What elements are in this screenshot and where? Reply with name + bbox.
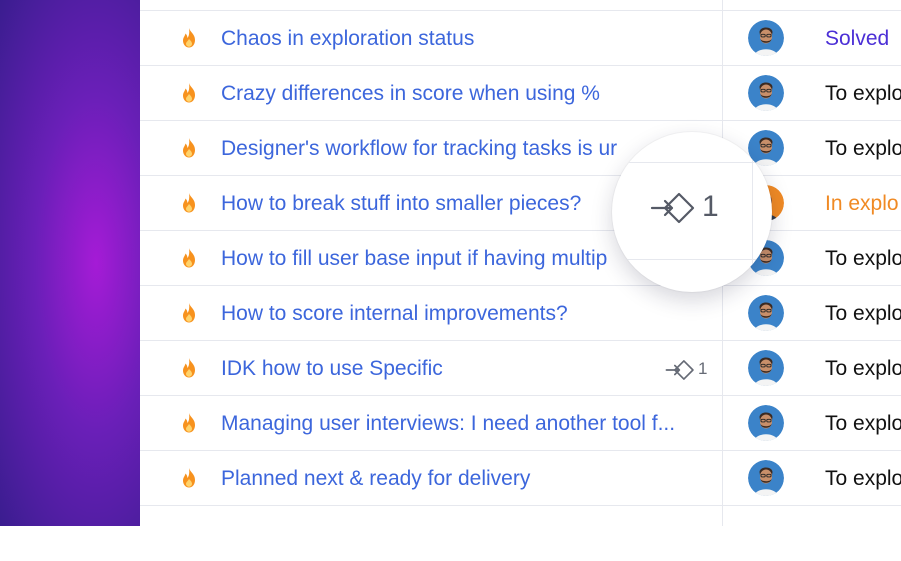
idea-title-link[interactable]: IDK how to use Specific bbox=[221, 341, 443, 396]
idea-title-link[interactable]: Crazy differences in score when using % bbox=[221, 66, 600, 121]
background-gradient bbox=[0, 0, 160, 526]
table-row[interactable]: Chaos in exploration status Solved bbox=[140, 11, 901, 66]
flame-icon bbox=[178, 192, 200, 214]
flame-icon bbox=[178, 82, 200, 104]
linked-count: 1 bbox=[698, 359, 708, 378]
status-label[interactable]: To explo bbox=[825, 286, 901, 341]
avatar[interactable] bbox=[748, 20, 784, 56]
table-row[interactable]: Crazy differences in score when using % T… bbox=[140, 66, 901, 121]
table-row[interactable]: Designer's workflow for tracking tasks i… bbox=[140, 121, 901, 176]
status-label[interactable]: To explo bbox=[825, 66, 901, 121]
idea-title-link[interactable]: Chaos in exploration status bbox=[221, 11, 474, 66]
flame-icon bbox=[178, 27, 200, 49]
avatar[interactable] bbox=[748, 295, 784, 331]
flame-icon bbox=[178, 412, 200, 434]
table-row[interactable]: How to fill user base input if having mu… bbox=[140, 231, 901, 286]
table-row[interactable]: Planned next & ready for delivery To expl… bbox=[140, 451, 901, 506]
status-label[interactable]: Solved bbox=[825, 11, 889, 66]
status-label[interactable]: To explo bbox=[825, 231, 901, 286]
flame-icon bbox=[178, 137, 200, 159]
idea-title-link[interactable]: How to score internal improvements? bbox=[221, 286, 568, 341]
flame-icon bbox=[178, 357, 200, 379]
idea-title-link[interactable]: Managing user interviews: I need another… bbox=[221, 396, 675, 451]
idea-title-link[interactable]: How to break stuff into smaller pieces? bbox=[221, 176, 581, 231]
link-arrow-diamond-icon bbox=[665, 359, 694, 380]
status-label[interactable]: In explo bbox=[825, 176, 899, 231]
idea-title-link[interactable]: Designer's workflow for tracking tasks i… bbox=[221, 121, 617, 176]
table-row[interactable] bbox=[140, 506, 901, 561]
status-label[interactable]: To explo bbox=[825, 451, 901, 506]
flame-icon bbox=[178, 467, 200, 489]
status-label[interactable]: To explo bbox=[825, 396, 901, 451]
linked-items-indicator[interactable]: 1 bbox=[665, 341, 707, 396]
avatar[interactable] bbox=[748, 405, 784, 441]
magnifier-callout: 1 bbox=[612, 132, 772, 292]
status-label[interactable]: To explo bbox=[825, 341, 901, 396]
idea-title-link[interactable]: How to fill user base input if having mu… bbox=[221, 231, 607, 286]
link-arrow-diamond-icon bbox=[650, 192, 695, 224]
flame-icon bbox=[178, 302, 200, 324]
flame-icon bbox=[178, 247, 200, 269]
avatar[interactable] bbox=[748, 350, 784, 386]
table-row[interactable]: Managing user interviews: I need another… bbox=[140, 396, 901, 451]
linked-items-indicator-zoomed: 1 bbox=[650, 190, 719, 225]
table-row[interactable]: IDK how to use Specific 1 To explo bbox=[140, 341, 901, 396]
idea-title-link[interactable]: Planned next & ready for delivery bbox=[221, 451, 530, 506]
avatar[interactable] bbox=[748, 460, 784, 496]
table-row[interactable]: How to break stuff into smaller pieces? I… bbox=[140, 176, 901, 231]
status-label[interactable]: To explo bbox=[825, 121, 901, 176]
linked-count-zoomed: 1 bbox=[702, 190, 719, 223]
table-row[interactable]: How to score internal improvements? To ex… bbox=[140, 286, 901, 341]
avatar[interactable] bbox=[748, 75, 784, 111]
